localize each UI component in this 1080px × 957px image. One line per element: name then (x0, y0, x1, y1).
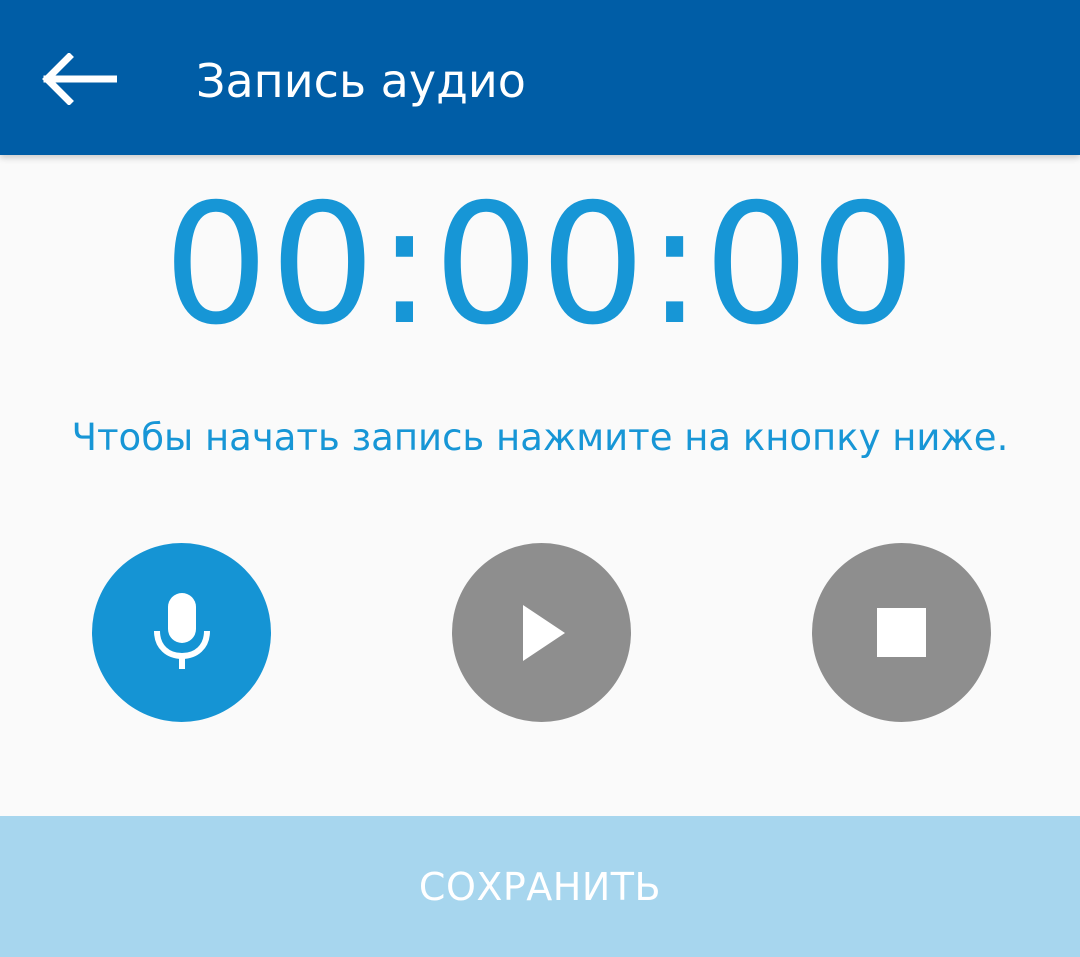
record-button[interactable] (92, 543, 271, 722)
arrow-left-icon (42, 53, 117, 105)
page-title: Запись аудио (196, 54, 526, 108)
stop-icon (877, 608, 926, 657)
microphone-icon (153, 592, 210, 669)
recording-hint: Чтобы начать запись нажмите на кнопку ни… (71, 416, 1009, 459)
stop-button[interactable] (812, 543, 991, 722)
play-button[interactable] (452, 543, 631, 722)
save-button-label: СОХРАНИТЬ (418, 864, 662, 909)
app-bar: Запись аудио (0, 0, 1080, 155)
save-button[interactable]: СОХРАНИТЬ (0, 816, 1080, 957)
play-icon (522, 604, 565, 661)
recording-timer: 00:00:00 (163, 169, 917, 362)
back-button[interactable] (30, 39, 126, 119)
recorder-panel: 00:00:00 Чтобы начать запись нажмите на … (0, 155, 1080, 816)
